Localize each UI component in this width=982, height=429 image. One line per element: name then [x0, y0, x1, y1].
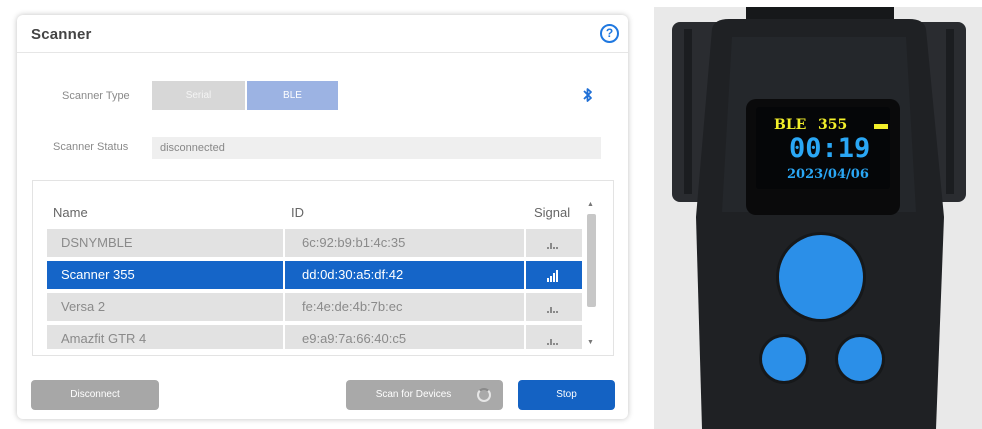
device-id: 6c:92:b9:b1:4c:35: [283, 229, 522, 257]
panel-title: Scanner: [31, 26, 92, 43]
disconnect-button[interactable]: Disconnect: [31, 380, 159, 410]
device-table: Name ID Signal DSNYMBLE 6c:92:b9:b1:4c:3…: [32, 180, 614, 356]
column-header-name[interactable]: Name: [53, 205, 88, 220]
table-row[interactable]: DSNYMBLE 6c:92:b9:b1:4c:35: [47, 229, 582, 257]
signal-weak-icon: [547, 242, 558, 249]
question-circle-icon[interactable]: ?: [600, 24, 619, 43]
column-header-id[interactable]: ID: [291, 205, 304, 220]
signal-weak-icon: [547, 306, 558, 313]
device-name: Scanner 355: [61, 267, 135, 282]
scanner-panel: Scanner ? Scanner Type Serial BLE Scanne…: [17, 15, 628, 419]
column-header-signal[interactable]: Signal: [534, 205, 570, 220]
scan-for-devices-button[interactable]: Scan for Devices: [346, 380, 503, 410]
table-row[interactable]: Amazfit GTR 4 e9:a9:7a:66:40:c5: [47, 325, 582, 349]
panel-header: Scanner ?: [17, 15, 628, 53]
scroll-thumb[interactable]: [587, 214, 596, 307]
device-id: fe:4e:de:4b:7b:ec: [283, 293, 522, 321]
scanner-type-serial-button[interactable]: Serial: [152, 81, 245, 110]
device-main-button: [779, 235, 863, 319]
device-id: dd:0d:30:a5:df:42: [283, 261, 522, 289]
device-name: Amazfit GTR 4: [61, 331, 147, 346]
stop-button[interactable]: Stop: [518, 380, 615, 410]
signal-cell: [524, 229, 582, 257]
device-name: Versa 2: [61, 299, 106, 314]
scroll-up-arrow-icon[interactable]: ▲: [587, 201, 594, 208]
scanner-device-photo: BLE 355 00:19 2023/04/06: [654, 7, 982, 429]
scan-button-label: Scan for Devices: [375, 389, 452, 400]
scroll-down-arrow-icon[interactable]: ▼: [587, 339, 594, 346]
signal-weak-icon: [547, 338, 558, 345]
signal-cell: [524, 261, 582, 289]
bluetooth-icon: [583, 88, 592, 102]
table-header: Name ID Signal: [47, 201, 582, 225]
signal-strong-icon: [547, 269, 558, 282]
table-row-selected[interactable]: Scanner 355 dd:0d:30:a5:df:42: [47, 261, 582, 289]
device-id: e9:a9:7a:66:40:c5: [283, 325, 522, 349]
table-scrollbar[interactable]: ▲ ▼: [585, 201, 597, 351]
table-row[interactable]: Versa 2 fe:4e:de:4b:7b:ec: [47, 293, 582, 321]
scanner-type-ble-button[interactable]: BLE: [247, 81, 338, 110]
loading-spinner-icon: [477, 388, 491, 402]
device-buttons: [759, 232, 885, 384]
scanner-status-field: disconnected: [152, 137, 601, 159]
signal-cell: [524, 325, 582, 349]
device-name: DSNYMBLE: [61, 235, 133, 250]
scanner-status-label: Scanner Status: [53, 141, 129, 153]
scanner-type-label: Scanner Type: [62, 90, 130, 102]
signal-cell: [524, 293, 582, 321]
